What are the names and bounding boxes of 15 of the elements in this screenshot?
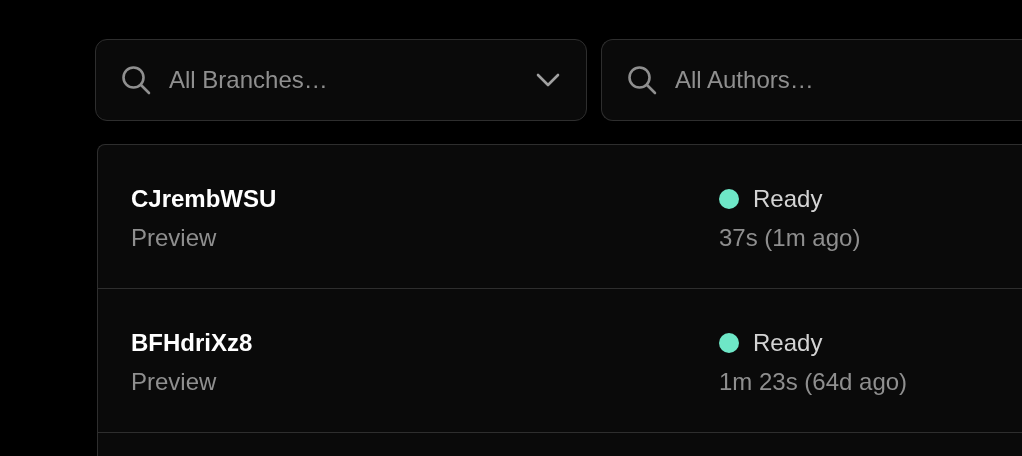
branch-search-field[interactable]: All Branches… [169, 62, 519, 98]
author-search-field[interactable]: All Authors… [675, 62, 1022, 98]
duration-label: 1m 23s (64d ago) [719, 367, 908, 397]
status-label: Ready [753, 328, 823, 358]
deployment-name[interactable]: CJrembWSU [131, 183, 277, 215]
status-label: Ready [753, 184, 823, 214]
environment-label: Preview [131, 367, 217, 397]
chevron-down-icon [536, 73, 560, 87]
duration-label: 37s (1m ago) [719, 223, 861, 253]
search-icon [626, 64, 658, 96]
branch-dropdown[interactable]: All Branches… [95, 39, 587, 121]
environment-label: Preview [131, 223, 217, 253]
search-icon [120, 64, 152, 96]
author-search-box[interactable]: All Authors… [601, 39, 1022, 121]
deployment-name[interactable]: BFHdriXz8 [131, 327, 253, 359]
